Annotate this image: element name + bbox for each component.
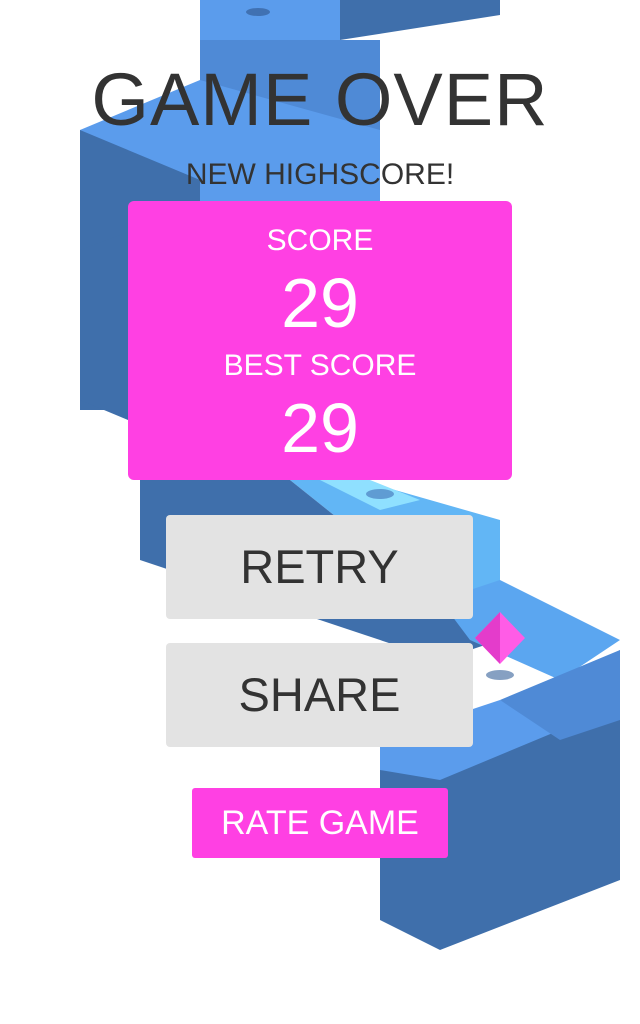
score-panel: SCORE 29 BEST SCORE 29 bbox=[128, 201, 512, 480]
game-over-title: GAME OVER bbox=[91, 58, 549, 141]
score-value: 29 bbox=[281, 264, 359, 342]
game-over-screen: GAME OVER NEW HIGHSCORE! SCORE 29 BEST S… bbox=[0, 0, 640, 1024]
rate-game-button[interactable]: RATE GAME bbox=[192, 788, 448, 858]
gem-shadow bbox=[246, 8, 270, 16]
gem-shadow bbox=[366, 489, 394, 499]
best-score-label: BEST SCORE bbox=[223, 349, 417, 382]
best-score-value: 29 bbox=[281, 389, 359, 467]
retry-button[interactable]: RETRY bbox=[166, 515, 473, 619]
zigzag-path-segment bbox=[200, 0, 340, 40]
score-label: SCORE bbox=[266, 224, 374, 257]
gem-shadow bbox=[486, 670, 514, 680]
share-button[interactable]: SHARE bbox=[166, 643, 473, 747]
zigzag-path-segment bbox=[80, 232, 128, 420]
new-highscore-label: NEW HIGHSCORE! bbox=[185, 158, 455, 191]
zigzag-path-background bbox=[80, 0, 620, 950]
